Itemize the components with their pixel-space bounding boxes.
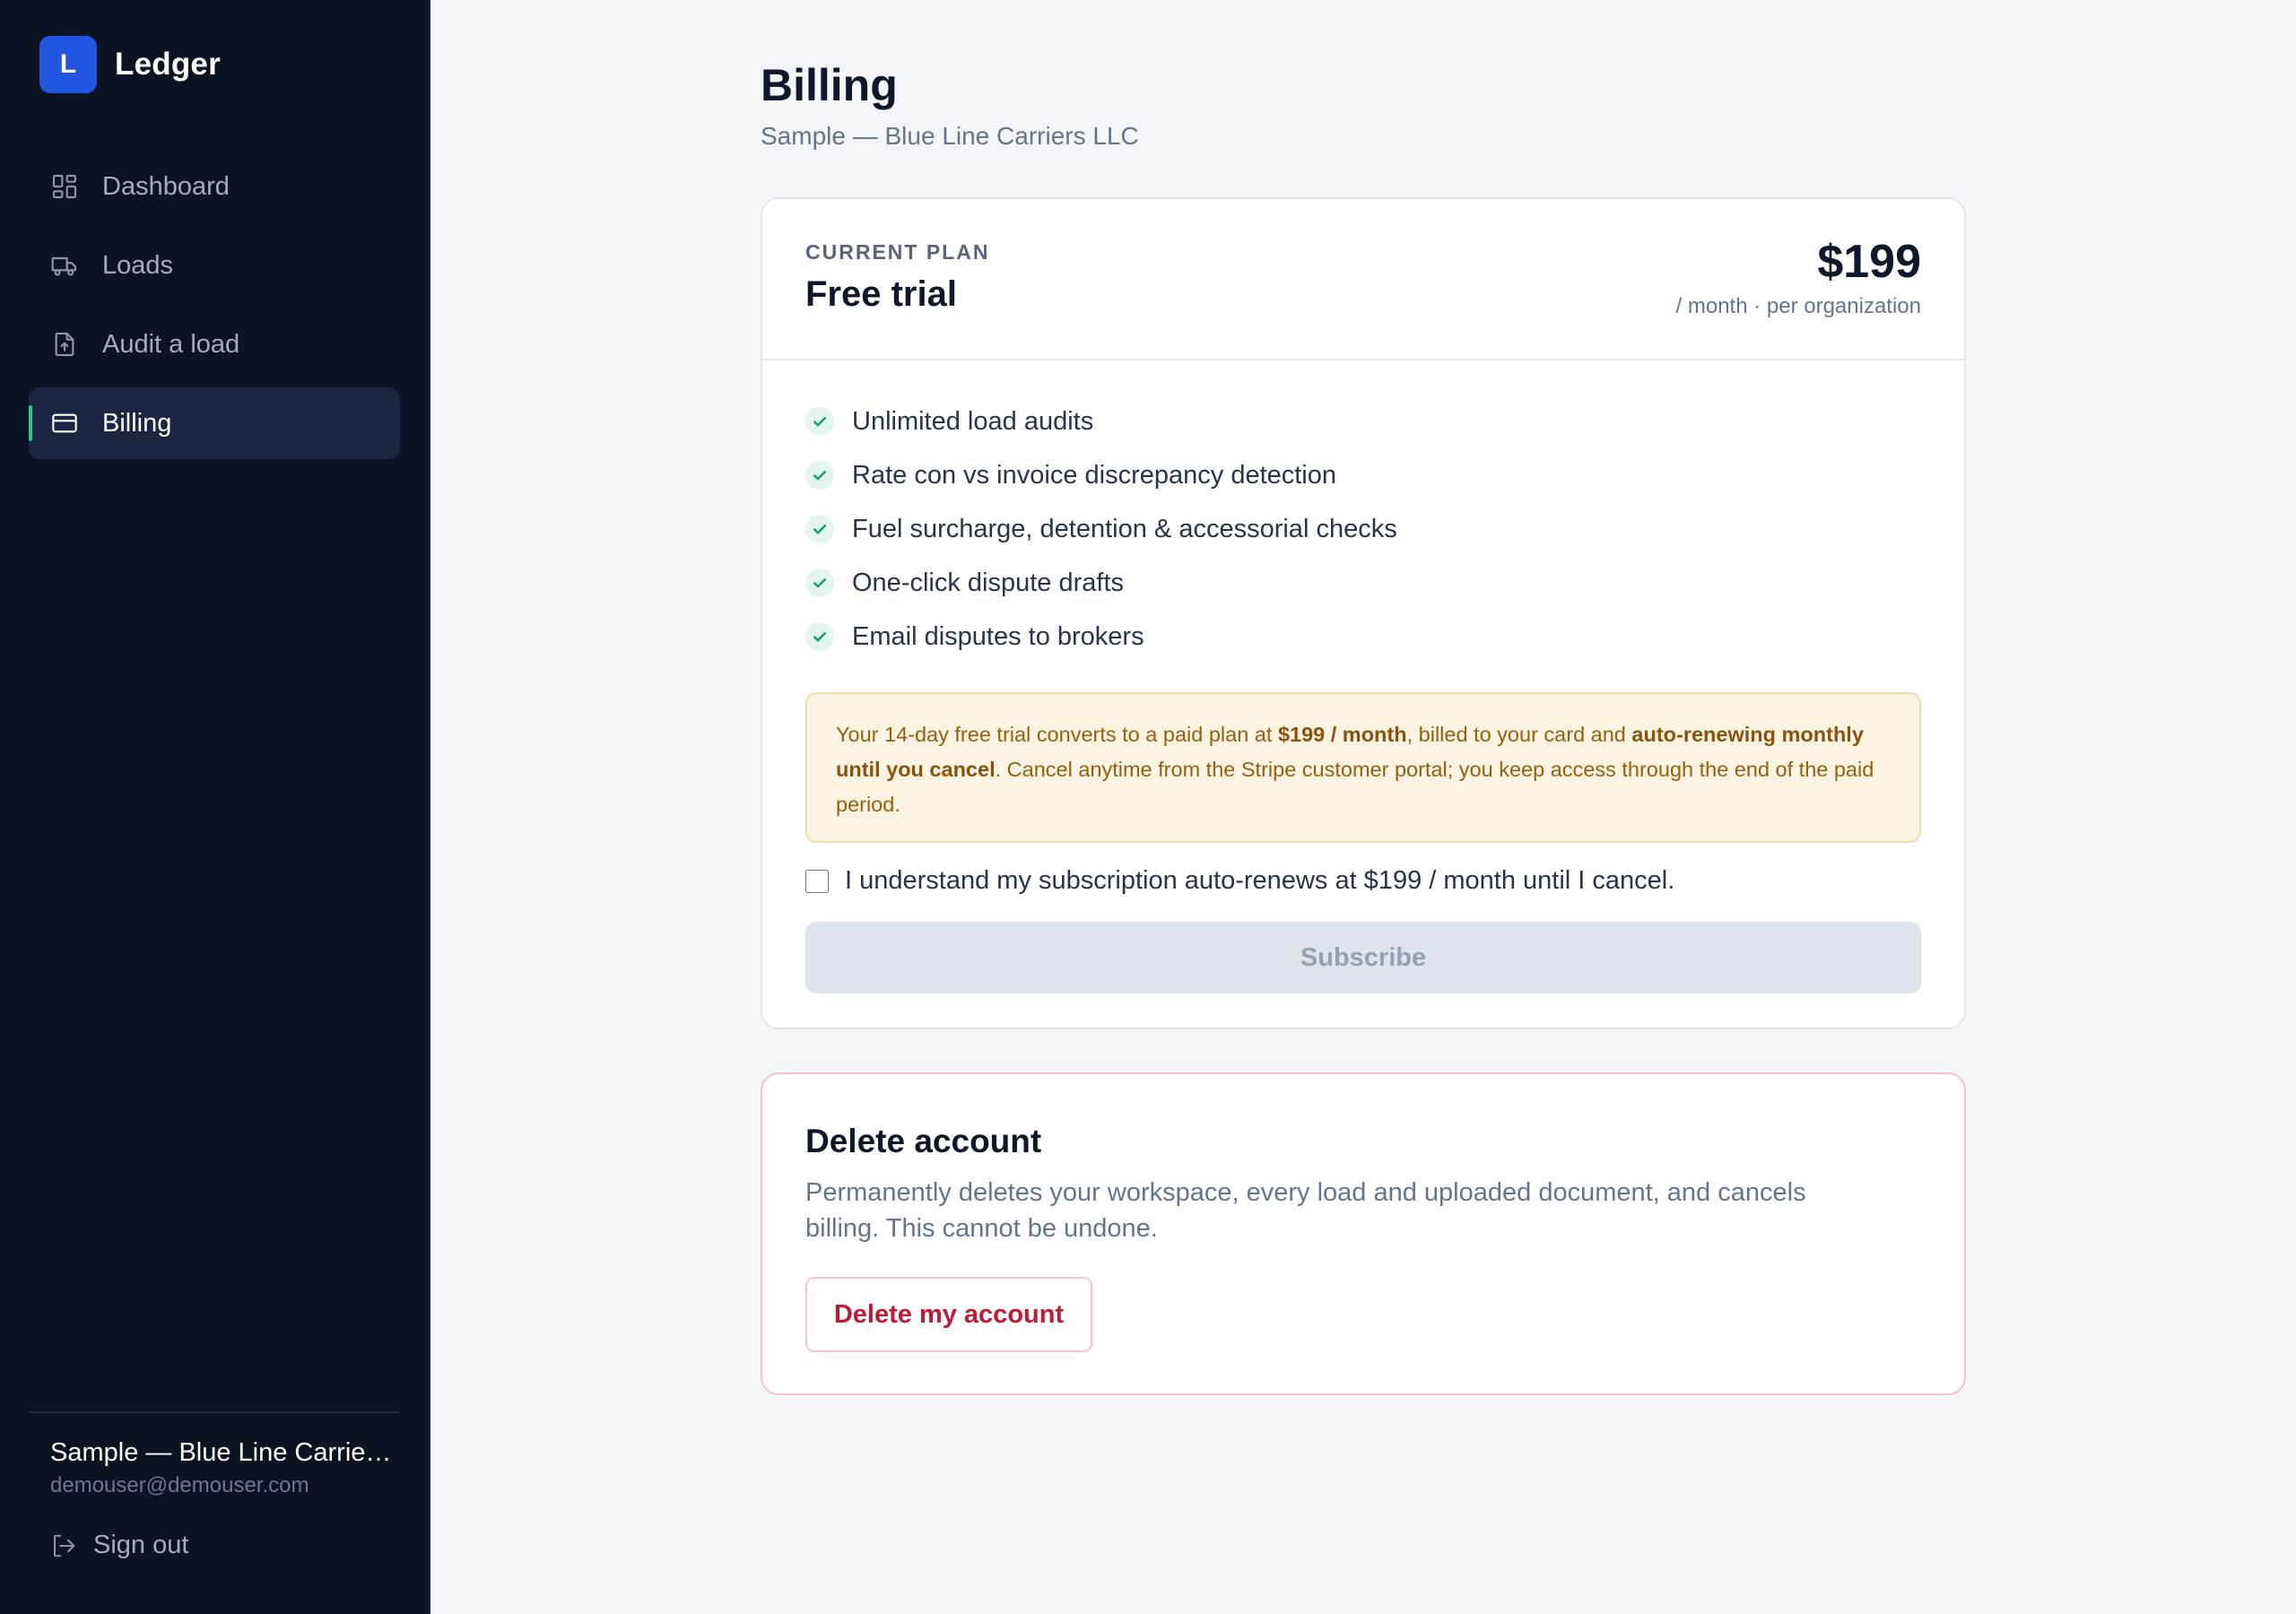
delete-account-button[interactable]: Delete my account [805,1277,1092,1352]
brand[interactable]: L Ledger [39,36,221,93]
feature-label: One-click dispute drafts [852,568,1125,597]
check-icon [805,407,834,436]
sidebar-item-audit[interactable]: Audit a load [29,308,400,380]
file-upload-icon [50,330,79,359]
subscribe-button[interactable]: Subscribe [805,922,1921,994]
check-icon [805,568,834,597]
sign-out-icon [54,1534,75,1557]
delete-account-card: Delete account Permanently deletes your … [761,1072,1966,1395]
feature-label: Rate con vs invoice discrepancy detectio… [852,460,1337,490]
check-icon [805,622,834,651]
sidebar-item-label: Dashboard [102,171,230,201]
consent-label: I understand my subscription auto-renews… [845,866,1675,895]
plan-price: $199 [1817,236,1921,288]
sidebar-footer: Sample — Blue Line Carriers LLC demouser… [29,1411,400,1560]
sidebar: L Ledger Dashboard Loads Audit a load Bi… [0,0,430,1614]
delete-account-title: Delete account [805,1123,1042,1159]
org-name: Sample — Blue Line Carriers LLC [50,1438,400,1467]
check-icon [805,461,834,490]
feature-label: Unlimited load audits [852,406,1094,436]
notice-price: $199 / month [1277,723,1407,746]
delete-account-description: Permanently deletes your workspace, ever… [805,1178,1806,1243]
sidebar-nav: Dashboard Loads Audit a load Billing [29,151,400,466]
feature-list: Unlimited load audits Rate con vs invoic… [805,395,1397,664]
feature-label: Fuel surcharge, detention & accessorial … [852,514,1397,543]
page-subtitle: Sample — Blue Line Carriers LLC [761,122,1139,150]
page-title: Billing [761,60,898,110]
feature-item: Rate con vs invoice discrepancy detectio… [805,448,1397,502]
sign-out-button[interactable]: Sign out [50,1531,400,1560]
plan-name: Free trial [805,274,957,314]
feature-item: Email disputes to brokers [805,610,1397,664]
trial-notice: Your 14-day free trial converts to a pai… [805,692,1921,843]
truck-icon [50,251,79,280]
sign-out-label: Sign out [93,1531,189,1559]
plan-period: / month · per organization [1675,294,1921,318]
feature-item: Fuel surcharge, detention & accessorial … [805,502,1397,556]
plan-header: CURRENT PLAN Free trial $199 / month · p… [762,199,1964,360]
sidebar-item-loads[interactable]: Loads [29,230,400,301]
current-plan-card: CURRENT PLAN Free trial $199 / month · p… [761,197,1966,1029]
auto-renew-consent[interactable]: I understand my subscription auto-renews… [805,866,1674,896]
feature-item: Unlimited load audits [805,395,1397,448]
plan-label: CURRENT PLAN [805,240,990,264]
feature-label: Email disputes to brokers [852,621,1144,651]
sidebar-item-billing[interactable]: Billing [29,387,400,459]
notice-text: Your 14-day free trial converts to a pai… [836,723,1278,746]
feature-item: One-click dispute drafts [805,556,1397,610]
brand-name: Ledger [115,47,221,82]
credit-card-icon [50,409,79,438]
sidebar-item-label: Billing [102,408,172,438]
user-email: demouser@demouser.com [50,1473,309,1497]
sidebar-item-dashboard[interactable]: Dashboard [29,151,400,222]
sidebar-item-label: Audit a load [102,329,240,359]
brand-logo: L [39,36,97,93]
consent-checkbox[interactable] [805,869,829,893]
check-icon [805,515,834,543]
notice-text: , billed to your card and [1406,723,1632,746]
dashboard-grid-icon [50,172,79,201]
sidebar-item-label: Loads [102,250,174,280]
